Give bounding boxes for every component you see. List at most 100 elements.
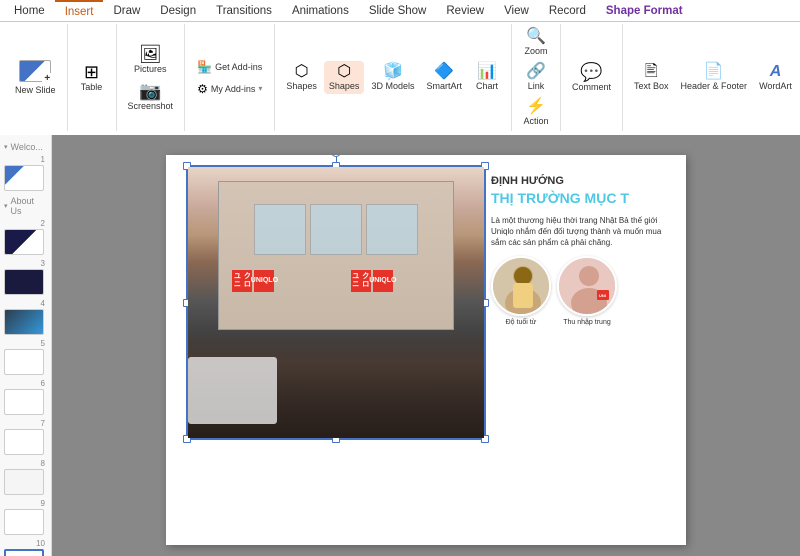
uniqlo-sign-left: ユニクロ UNIQLO	[232, 270, 274, 292]
tab-design[interactable]: Design	[150, 0, 206, 22]
tab-shape-format[interactable]: Shape Format	[596, 0, 693, 22]
smartart-button[interactable]: 🔷 SmartArt	[421, 61, 467, 94]
zoom-icon: 🔍	[526, 29, 546, 45]
action-icon: ⚡	[526, 99, 546, 115]
slide-right-content: ĐỊNH HƯỚNG THỊ TRƯỜNG MỤC T Là một thươn…	[491, 175, 676, 326]
slide-number-1: 1	[4, 155, 47, 164]
group-welcome-label: Welco...	[11, 142, 43, 152]
slide-thumb-3[interactable]	[4, 269, 44, 295]
table-label: Table	[81, 82, 103, 92]
uniqlo-box-english-2: UNIQLO	[373, 270, 393, 292]
slide-number-5: 5	[4, 339, 47, 348]
my-addins-button[interactable]: ⚙ My Add-ins ▾	[191, 79, 268, 99]
link-icon: 🔗	[526, 64, 546, 80]
screenshot-icon: 📷	[139, 82, 161, 100]
uniqlo-sign-right: ユニクロ UNIQLO	[351, 270, 393, 292]
tab-record[interactable]: Record	[539, 0, 596, 22]
store-icon: 🏪	[197, 60, 212, 74]
uniqlo-box-japanese: ユニクロ	[232, 270, 252, 292]
chart-icon: 📊	[477, 64, 497, 80]
chevron-down-icon: ▾	[4, 143, 8, 151]
store-window-1	[254, 204, 307, 255]
screenshot-label: Screenshot	[128, 101, 174, 111]
slides-panel[interactable]: ▾ Welco... 1 ▾ About Us 2 3 4	[0, 135, 52, 556]
bottom-label-1: Độ tuổi từ	[491, 319, 551, 326]
app-window: Home Insert Draw Design Transitions Anim…	[0, 0, 800, 556]
store-facade	[218, 181, 455, 330]
circle-images: UNI	[491, 256, 676, 316]
heading: ĐỊNH HƯỚNG	[491, 175, 676, 187]
slide-thumb-8[interactable]	[4, 469, 44, 495]
action-button[interactable]: ⚡ Action	[518, 96, 554, 129]
slide-thumb-container-2: 2	[0, 217, 51, 257]
tab-insert[interactable]: Insert	[55, 0, 104, 22]
links-group: 🔍 Zoom 🔗 Link ⚡ Action	[512, 24, 561, 131]
slide-thumb-container-7: 7	[0, 417, 51, 457]
pictures-icon: 🖼	[139, 45, 162, 63]
pictures-button[interactable]: 🖼 Pictures	[129, 42, 172, 77]
slide-group-welcome[interactable]: ▾ Welco...	[0, 139, 51, 153]
3d-models-button[interactable]: 🧊 3D Models	[366, 61, 419, 94]
tab-slideshow[interactable]: Slide Show	[359, 0, 437, 22]
table-button[interactable]: ⊞ Table	[74, 60, 110, 95]
slide-thumb-container-10: 10	[0, 537, 51, 556]
action-label: Action	[523, 116, 548, 126]
get-addins-button[interactable]: 🏪 Get Add-ins	[191, 57, 268, 77]
slide-thumb-6[interactable]	[4, 389, 44, 415]
slide-thumb-10[interactable]	[4, 549, 44, 556]
slide-number-9: 9	[4, 499, 47, 508]
comments-group: 💬 Comment	[561, 24, 623, 131]
slide-thumb-4[interactable]	[4, 309, 44, 335]
slide-thumb-9[interactable]	[4, 509, 44, 535]
zoom-button[interactable]: 🔍 Zoom	[518, 26, 554, 59]
circle-image-1	[491, 256, 551, 316]
wordart-button[interactable]: A WordArt	[754, 61, 797, 94]
bottom-labels: Độ tuổi từ Thu nhập trung	[491, 319, 676, 326]
comment-icon: 💬	[580, 63, 602, 81]
slide-thumb-7[interactable]	[4, 429, 44, 455]
tab-draw[interactable]: Draw	[103, 0, 150, 22]
smartart-label: SmartArt	[426, 81, 462, 91]
tab-view[interactable]: View	[494, 0, 539, 22]
header-footer-label: Header & Footer	[681, 81, 748, 91]
tab-animations[interactable]: Animations	[282, 0, 359, 22]
slide-group-about-us[interactable]: ▾ About Us	[0, 193, 51, 217]
chart-button[interactable]: 📊 Chart	[469, 61, 505, 94]
new-slide-icon	[19, 60, 51, 82]
slides-group: New Slide	[4, 24, 68, 131]
new-slide-button[interactable]: New Slide	[10, 57, 61, 98]
person-silhouette-2: UNI	[559, 258, 617, 316]
link-button[interactable]: 🔗 Link	[518, 61, 554, 94]
wordart-icon: A	[770, 64, 782, 80]
slide-thumb-2[interactable]	[4, 229, 44, 255]
selected-image-container[interactable]: ユニクロ UNIQLO ユニクロ UNIQLO	[186, 165, 486, 440]
tab-review[interactable]: Review	[436, 0, 494, 22]
zoom-label: Zoom	[524, 46, 547, 56]
text-box-button[interactable]: 🖹 Text Box	[629, 61, 674, 94]
text-box-icon: 🖹	[645, 64, 658, 80]
shapes-highlighted-button[interactable]: ⬡ Shapes	[324, 61, 365, 94]
shapes-button[interactable]: ⬡ Shapes	[281, 61, 322, 94]
slide-number-3: 3	[4, 259, 47, 268]
screenshot-button[interactable]: 📷 Screenshot	[123, 79, 179, 114]
tab-transitions[interactable]: Transitions	[206, 0, 282, 22]
bottom-label-2: Thu nhập trung	[557, 319, 617, 326]
slide-number-4: 4	[4, 299, 47, 308]
slide-number-10: 10	[4, 539, 47, 548]
comment-label: Comment	[572, 82, 611, 92]
slide-number-8: 8	[4, 459, 47, 468]
slide-thumb-container-9: 9	[0, 497, 51, 537]
description: Là một thương hiệu thời trang Nhật Bả th…	[491, 215, 676, 249]
slide-number-7: 7	[4, 419, 47, 428]
slide-thumb-1[interactable]	[4, 165, 44, 191]
slide-thumb-container-1: 1	[0, 153, 51, 193]
slide-thumb-5[interactable]	[4, 349, 44, 375]
ribbon-toolbar: New Slide ⊞ Table 🖼 Pictures 📷 Screensho…	[0, 22, 800, 135]
my-addins-label: My Add-ins	[211, 84, 256, 94]
shapes-highlighted-icon: ⬡	[337, 64, 351, 80]
comment-button[interactable]: 💬 Comment	[567, 60, 616, 95]
header-footer-button[interactable]: 📄 Header & Footer	[676, 61, 753, 94]
smartart-icon: 🔷	[434, 64, 454, 80]
uniqlo-box-japanese-2: ユニクロ	[351, 270, 371, 292]
tab-home[interactable]: Home	[4, 0, 55, 22]
